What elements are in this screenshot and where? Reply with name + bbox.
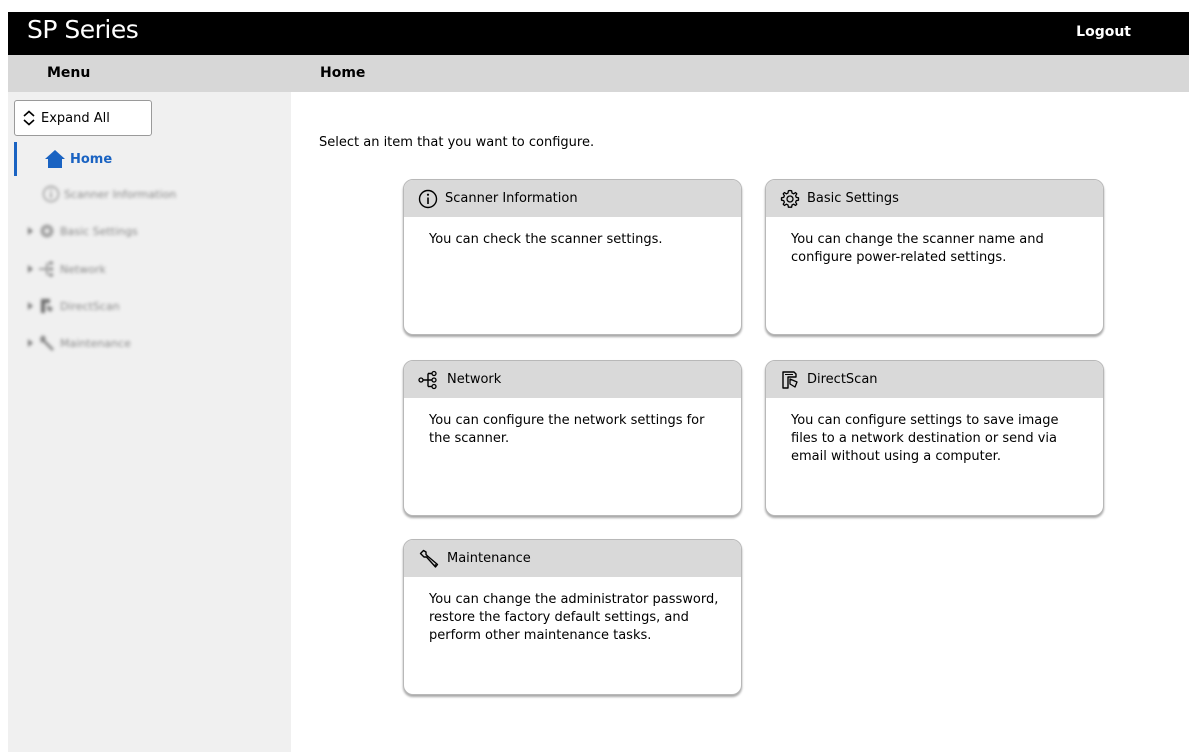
card-description: You can configure settings to save image… xyxy=(791,413,1059,464)
expand-arrow-icon xyxy=(28,265,33,273)
card-header: Network xyxy=(404,361,741,398)
wrench-icon xyxy=(40,335,54,351)
card-maintenance[interactable]: Maintenance You can change the administr… xyxy=(403,539,742,695)
card-title: Network xyxy=(447,372,502,387)
card-header: Scanner Information xyxy=(404,180,741,217)
directscan-icon xyxy=(41,299,53,313)
sidebar-item-label: Home xyxy=(70,151,113,167)
sidebar-item-label: DirectScan xyxy=(60,299,120,313)
card-description: You can configure the network settings f… xyxy=(429,413,705,446)
card-description: You can change the scanner name and conf… xyxy=(791,232,1044,265)
card-description: You can change the administrator passwor… xyxy=(429,592,719,643)
card-header: Basic Settings xyxy=(766,180,1103,217)
sidebar-item-label: Basic Settings xyxy=(60,224,138,238)
app-title: SP Series xyxy=(27,15,139,44)
expand-all-button[interactable]: Expand All xyxy=(14,100,152,136)
network-icon xyxy=(418,370,437,389)
info-icon xyxy=(418,189,438,208)
sidebar-item-home[interactable]: Home xyxy=(14,142,291,176)
sidebar-item-label: Network xyxy=(60,262,106,276)
card-title: Maintenance xyxy=(447,551,531,566)
sidebar-item-label: Maintenance xyxy=(60,336,131,350)
network-icon xyxy=(39,261,53,277)
expand-all-label: Expand All xyxy=(41,110,110,126)
top-bar: SP Series Logout xyxy=(8,12,1189,55)
expand-arrow-icon xyxy=(28,339,33,347)
card-header: DirectScan xyxy=(766,361,1103,398)
card-scanner-information[interactable]: Scanner Information You can check the sc… xyxy=(403,179,742,335)
expand-arrow-icon xyxy=(28,227,33,235)
header-bar: Menu Home xyxy=(8,55,1189,92)
expand-collapse-icon xyxy=(23,110,35,126)
card-title: Basic Settings xyxy=(807,191,899,206)
sidebar-item-scanner-information[interactable]: Scanner Information xyxy=(42,182,176,206)
page-title: Home xyxy=(320,65,366,81)
card-description: You can check the scanner settings. xyxy=(429,232,663,247)
sidebar-item-network[interactable]: Network xyxy=(28,257,106,281)
sidebar-item-maintenance[interactable]: Maintenance xyxy=(28,331,131,355)
info-icon xyxy=(42,185,60,203)
expand-arrow-icon xyxy=(28,302,33,310)
sidebar-item-directscan[interactable]: DirectScan xyxy=(28,294,120,318)
directscan-icon xyxy=(782,370,798,389)
card-header: Maintenance xyxy=(404,540,741,577)
intro-text: Select an item that you want to configur… xyxy=(319,135,595,150)
menu-heading: Menu xyxy=(47,65,91,81)
card-directscan[interactable]: DirectScan You can configure settings to… xyxy=(765,360,1104,516)
sidebar: Expand All Home Scanner Information Basi… xyxy=(8,92,291,752)
sidebar-item-label: Scanner Information xyxy=(64,187,177,201)
wrench-icon xyxy=(419,549,439,568)
card-basic-settings[interactable]: Basic Settings You can change the scanne… xyxy=(765,179,1104,335)
gear-icon xyxy=(40,224,54,238)
logout-link[interactable]: Logout xyxy=(1076,24,1131,40)
sidebar-item-basic-settings[interactable]: Basic Settings xyxy=(28,219,138,243)
gear-icon xyxy=(780,189,800,208)
card-title: DirectScan xyxy=(807,372,878,387)
card-network[interactable]: Network You can configure the network se… xyxy=(403,360,742,516)
home-icon xyxy=(45,150,65,168)
card-title: Scanner Information xyxy=(445,191,578,206)
